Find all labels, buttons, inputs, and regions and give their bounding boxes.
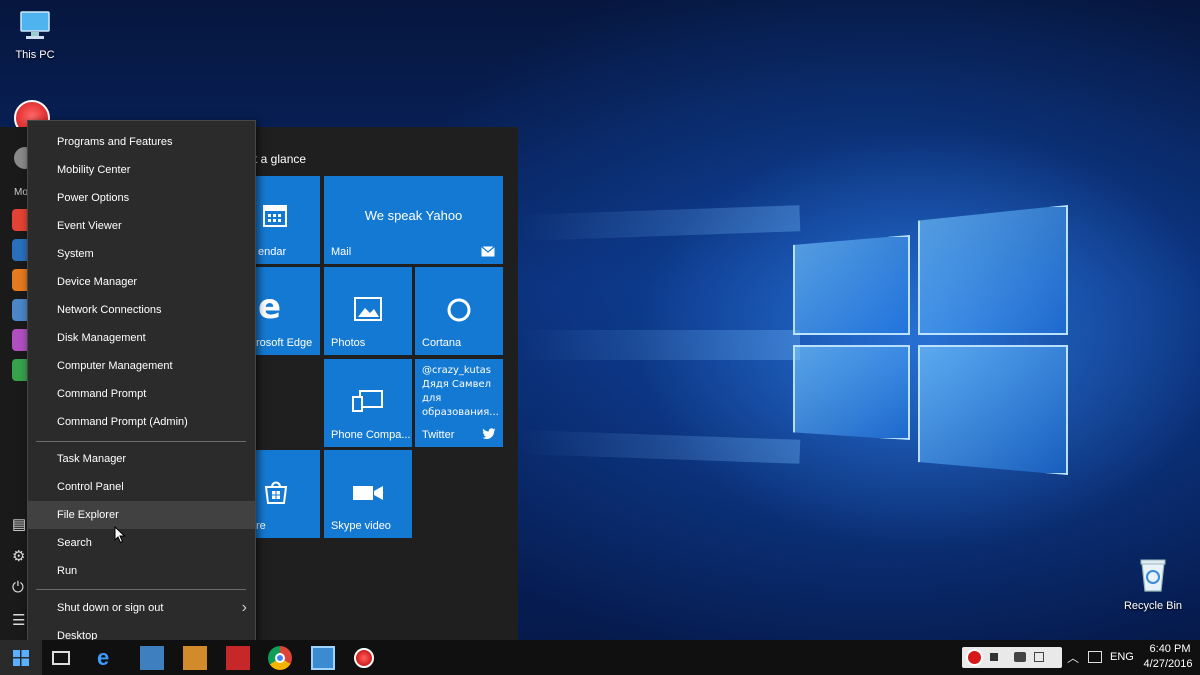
- clock-date[interactable]: 4/27/2016: [1140, 658, 1196, 670]
- tweet-handle: @crazy_kutas: [422, 365, 491, 376]
- menu-item-network-connections[interactable]: Network Connections: [28, 296, 255, 324]
- tile-twitter[interactable]: @crazy_kutas Дядя Самвел для образования…: [415, 359, 503, 447]
- menu-item-run[interactable]: Run: [28, 557, 255, 585]
- phone-companion-icon: [352, 390, 383, 412]
- wallpaper-beam: [519, 430, 801, 464]
- tweet-text-line: образования...: [422, 407, 499, 418]
- wallpaper-beam: [520, 330, 800, 360]
- calendar-icon: [263, 205, 287, 227]
- wallpaper-logo-pane: [793, 235, 910, 335]
- menu-separator: [36, 589, 246, 590]
- menu-item-event-viewer[interactable]: Event Viewer: [28, 212, 255, 240]
- tile-label: Phone Compa...: [331, 429, 411, 441]
- menu-item-power-options[interactable]: Power Options: [28, 184, 255, 212]
- chevron-right-icon: ›: [241, 599, 247, 616]
- app-taskbar-icon[interactable]: [183, 646, 207, 670]
- menu-item-programs-and-features[interactable]: Programs and Features: [28, 128, 255, 156]
- wallpaper-logo-pane: [918, 345, 1068, 475]
- wallpaper-logo-pane: [793, 345, 910, 440]
- photos-icon: [354, 297, 382, 321]
- recycle-bin-icon: [1140, 559, 1166, 592]
- menu-item-command-prompt-admin[interactable]: Command Prompt (Admin): [28, 408, 255, 436]
- draw-icon[interactable]: [1034, 652, 1044, 662]
- chevron-up-icon[interactable]: ︿: [1067, 649, 1079, 666]
- recorder-toolbar[interactable]: [962, 647, 1062, 668]
- menu-item-label: Shut down or sign out: [57, 602, 164, 614]
- tweet-text-line: Дядя Самвел: [422, 379, 492, 390]
- tile-label: Mail: [331, 246, 352, 258]
- cortana-icon: [447, 298, 471, 322]
- task-view-icon[interactable]: [52, 651, 70, 665]
- twitter-icon: [482, 428, 496, 440]
- tile-label: Cortana: [422, 337, 462, 349]
- tile-skype-video[interactable]: Skype video: [324, 450, 412, 538]
- store-icon: [264, 481, 288, 504]
- app-taskbar-icon[interactable]: [226, 646, 250, 670]
- menu-separator: [36, 441, 246, 442]
- menu-item-search[interactable]: Search: [28, 529, 255, 557]
- menu-item-shut-down-or-sign-out[interactable]: Shut down or sign out ›: [28, 594, 255, 622]
- desktop-icon-recycle-bin[interactable]: Recycle Bin: [1118, 555, 1188, 612]
- menu-item-computer-management[interactable]: Computer Management: [28, 352, 255, 380]
- menu-item-system[interactable]: System: [28, 240, 255, 268]
- tile-mail[interactable]: We speak Yahoo Mail: [324, 176, 503, 264]
- file-explorer-icon[interactable]: ▤: [12, 515, 26, 533]
- taskbar: e ︿ ENG 6:40 PM 4/27/2016: [0, 640, 1200, 675]
- menu-item-file-explorer[interactable]: File Explorer: [28, 501, 255, 529]
- tweet-text-line: для: [422, 393, 442, 404]
- desktop-icon-label: This PC: [15, 49, 55, 61]
- app-taskbar-icon[interactable]: [140, 646, 164, 670]
- desktop-icon-label: Recycle Bin: [1123, 600, 1183, 612]
- recorder-taskbar-icon[interactable]: [354, 648, 374, 668]
- menu-item-command-prompt[interactable]: Command Prompt: [28, 380, 255, 408]
- tile-label: Photos: [331, 337, 366, 349]
- menu-item-mobility-center[interactable]: Mobility Center: [28, 156, 255, 184]
- menu-item-task-manager[interactable]: Task Manager: [28, 445, 255, 473]
- skype-video-icon: [353, 486, 383, 500]
- mail-icon: [481, 246, 495, 257]
- menu-item-disk-management[interactable]: Disk Management: [28, 324, 255, 352]
- most-used-label: Mo: [14, 187, 28, 198]
- menu-item-device-manager[interactable]: Device Manager: [28, 268, 255, 296]
- tile-photos[interactable]: Photos: [324, 267, 412, 355]
- camera-icon[interactable]: [1014, 652, 1026, 662]
- power-user-menu: Programs and Features Mobility Center Po…: [27, 120, 256, 656]
- record-button-icon[interactable]: [966, 649, 983, 666]
- tile-label: rosoft Edge: [256, 337, 313, 349]
- mouse-cursor-icon: [114, 526, 126, 544]
- tile-label: re: [256, 520, 266, 532]
- all-apps-icon[interactable]: ☰: [12, 611, 25, 629]
- stop-icon[interactable]: [990, 653, 998, 661]
- wallpaper-beam: [519, 205, 801, 241]
- tile-phone-companion[interactable]: Phone Compa...: [324, 359, 412, 447]
- tile-label: Twitter: [422, 429, 455, 441]
- tile-label: endar: [258, 246, 287, 258]
- language-indicator[interactable]: ENG: [1110, 651, 1134, 663]
- edge-icon: e: [258, 287, 282, 327]
- tile-group-title: t a glance: [254, 152, 307, 166]
- start-button[interactable]: [0, 640, 42, 675]
- app-taskbar-icon[interactable]: [311, 646, 335, 670]
- tile-label: Skype video: [331, 520, 391, 532]
- clock-time[interactable]: 6:40 PM: [1148, 643, 1192, 655]
- power-icon[interactable]: ⏻: [12, 579, 24, 596]
- computer-icon: [20, 11, 50, 39]
- edge-taskbar-icon[interactable]: e: [97, 646, 121, 670]
- desktop-icon-this-pc[interactable]: This PC: [0, 8, 70, 61]
- action-center-icon[interactable]: [1088, 651, 1102, 663]
- menu-item-control-panel[interactable]: Control Panel: [28, 473, 255, 501]
- windows-logo-icon: [13, 650, 29, 666]
- tile-cortana[interactable]: Cortana: [415, 267, 503, 355]
- wallpaper-logo-pane: [918, 205, 1068, 335]
- settings-icon[interactable]: ⚙: [12, 547, 25, 565]
- chrome-taskbar-icon[interactable]: [268, 646, 292, 670]
- mail-headline: We speak Yahoo: [364, 208, 463, 223]
